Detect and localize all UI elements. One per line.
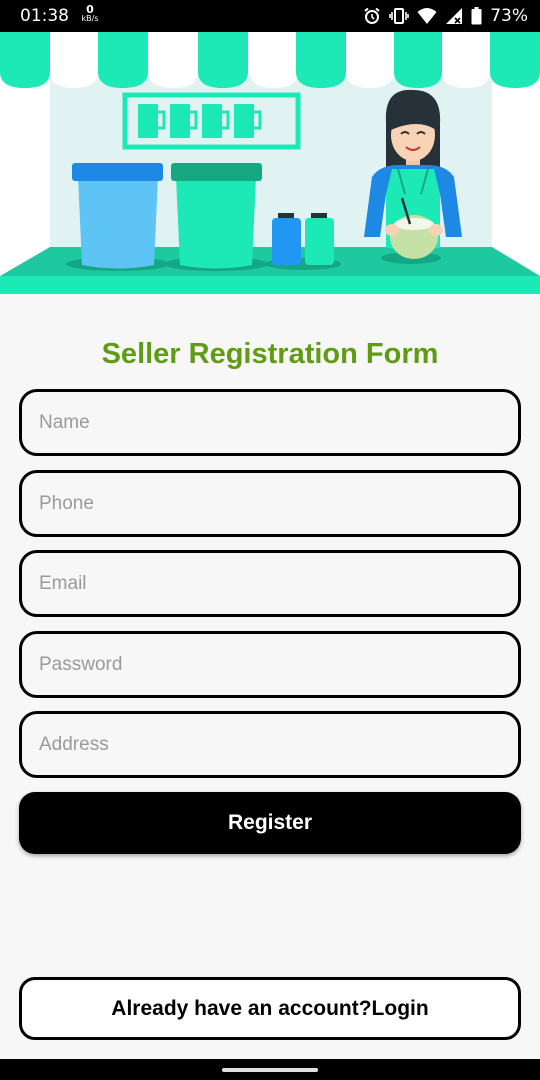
battery-icon bbox=[471, 7, 482, 25]
net-speed-unit: kB/s bbox=[81, 14, 99, 23]
navigation-bar bbox=[0, 1059, 540, 1080]
login-link-button[interactable]: Already have an account?Login bbox=[19, 977, 521, 1040]
shop-illustration bbox=[0, 32, 540, 294]
net-speed-value: 0 bbox=[86, 3, 94, 16]
address-field[interactable] bbox=[19, 711, 521, 778]
email-field[interactable] bbox=[19, 550, 521, 617]
register-button[interactable]: Register bbox=[19, 792, 521, 854]
status-bar: 01:38 0 kB/s 73% bbox=[0, 0, 540, 32]
email-input[interactable] bbox=[22, 553, 518, 614]
signal-icon bbox=[446, 8, 463, 24]
form-title: Seller Registration Form bbox=[101, 338, 439, 370]
status-time: 01:38 bbox=[20, 6, 69, 26]
address-input[interactable] bbox=[22, 714, 518, 775]
awning bbox=[0, 32, 540, 88]
status-icons: 73% bbox=[363, 6, 528, 26]
green-bin bbox=[171, 163, 262, 269]
name-field[interactable] bbox=[19, 389, 521, 456]
vibrate-icon bbox=[389, 8, 410, 24]
net-speed: 0 kB/s bbox=[80, 3, 100, 23]
name-input[interactable] bbox=[22, 392, 518, 453]
battery-percent: 73% bbox=[490, 6, 528, 26]
wifi-icon bbox=[417, 8, 437, 24]
home-gesture-pill[interactable] bbox=[222, 1068, 318, 1072]
phone-field[interactable] bbox=[19, 470, 521, 537]
password-input[interactable] bbox=[22, 634, 518, 695]
alarm-icon bbox=[364, 7, 380, 24]
hero-illustration bbox=[0, 32, 540, 294]
blue-bin bbox=[72, 163, 163, 269]
password-field[interactable] bbox=[19, 631, 521, 698]
phone-input[interactable] bbox=[22, 473, 518, 534]
